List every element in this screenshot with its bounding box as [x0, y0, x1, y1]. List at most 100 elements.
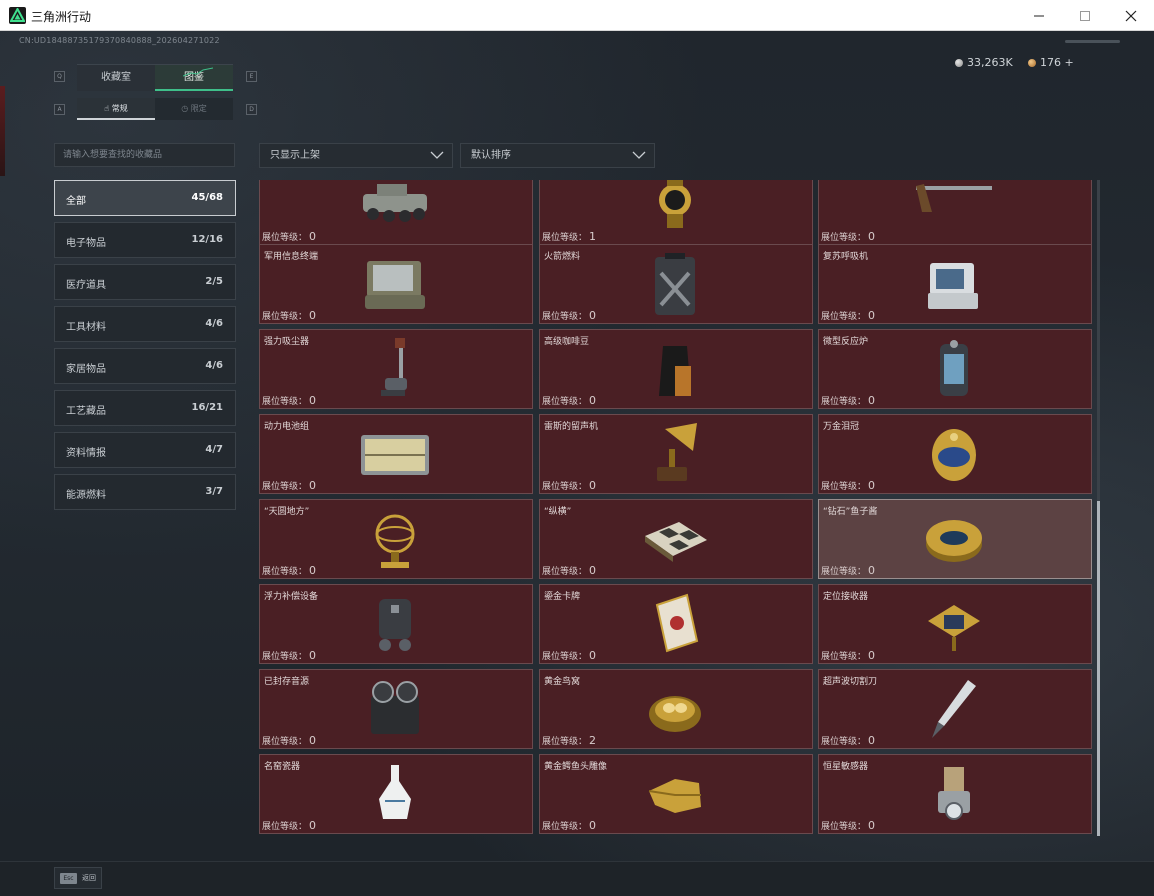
chevron-down-icon	[632, 151, 646, 159]
key-hint-a-icon: A	[54, 104, 65, 115]
collection-card[interactable]: 火箭燃料 展位等级： 0	[539, 244, 813, 324]
category-item[interactable]: 工艺藏品 16/21	[54, 390, 236, 426]
chart-spark-icon	[183, 67, 213, 77]
collection-card[interactable]: “纵横” 展位等级： 0	[539, 499, 813, 579]
ultrasonic-knife-icon	[932, 680, 976, 738]
sort-dropdown[interactable]: 默认排序	[460, 143, 655, 168]
top-indicator	[1065, 40, 1120, 43]
category-item[interactable]: 电子物品 12/16	[54, 222, 236, 258]
display-level-label: 展位等级：	[542, 397, 588, 407]
close-icon	[1125, 10, 1137, 22]
category-item[interactable]: 家居物品 4/6	[54, 348, 236, 384]
collection-card[interactable]: 微型反应炉 展位等级： 0	[818, 329, 1092, 409]
display-level-value: 2	[589, 734, 597, 747]
collection-card[interactable]: 恒星敏感器 展位等级： 0	[818, 754, 1092, 834]
display-level-label: 展位等级：	[262, 567, 308, 577]
collection-card[interactable]: 名窑瓷器 展位等级： 0	[259, 754, 533, 834]
collection-card[interactable]: “天圆地方” 展位等级： 0	[259, 499, 533, 579]
display-level: 展位等级： 0	[542, 649, 596, 662]
collection-card[interactable]: 万金泪冠 展位等级： 0	[818, 414, 1092, 494]
category-name: 医疗道具	[66, 280, 106, 291]
collection-card[interactable]: 超声波切割刀 展位等级： 0	[818, 669, 1092, 749]
collection-card[interactable]: 军用信息终端 展位等级： 0	[259, 244, 533, 324]
esc-key-icon: Esc	[60, 873, 77, 884]
category-count: 4/6	[205, 360, 223, 371]
subtab-limited[interactable]: ◷ 限定	[155, 98, 233, 120]
category-count: 3/7	[205, 486, 223, 497]
category-count: 2/5	[205, 276, 223, 287]
display-level-value: 0	[589, 819, 597, 832]
collection-card[interactable]: 强力吸尘器 展位等级： 0	[259, 329, 533, 409]
display-level-value: 0	[868, 230, 876, 243]
display-level: 展位等级： 0	[821, 734, 875, 747]
collection-card[interactable]: 黄金鸟窝 展位等级： 2	[539, 669, 813, 749]
collection-card[interactable]: 展位等级： 0	[818, 180, 1092, 245]
collection-card[interactable]: 展位等级： 0	[259, 180, 533, 245]
user-id: CN:UD18488735179370840888_202604271022	[19, 36, 220, 45]
tab-collection[interactable]: 收藏室	[77, 65, 155, 91]
display-level-value: 0	[868, 479, 876, 492]
maximize-button[interactable]	[1062, 0, 1108, 31]
collection-card[interactable]: 浮力补偿设备 展位等级： 0	[259, 584, 533, 664]
back-button[interactable]: Esc 返回	[54, 867, 102, 889]
gold-currency[interactable]: 176 +	[1028, 56, 1074, 69]
display-level-label: 展位等级：	[542, 822, 588, 832]
subtab-limited-label: 限定	[190, 104, 207, 113]
card-name: “钻石”鱼子酱	[823, 507, 878, 517]
collection-card[interactable]: “钻石”鱼子酱 展位等级： 0	[818, 499, 1092, 579]
collection-card[interactable]: 高级咖啡豆 展位等级： 0	[539, 329, 813, 409]
display-level-value: 1	[589, 230, 597, 243]
collection-card[interactable]: 动力电池组 展位等级： 0	[259, 414, 533, 494]
display-level-label: 展位等级：	[821, 652, 867, 662]
category-name: 电子物品	[66, 238, 106, 249]
display-level: 展位等级： 0	[262, 479, 316, 492]
display-level-label: 展位等级：	[542, 737, 588, 747]
antique-rifle-icon	[916, 184, 992, 212]
shelf-filter-dropdown[interactable]: 只显示上架	[259, 143, 453, 168]
category-count: 4/6	[205, 318, 223, 329]
category-item[interactable]: 工具材料 4/6	[54, 306, 236, 342]
collection-card[interactable]: 黄金鳄鱼头雕像 展位等级： 0	[539, 754, 813, 834]
display-level: 展位等级： 0	[262, 564, 316, 577]
card-name: 已封存音源	[264, 677, 310, 687]
grid-scrollbar-thumb[interactable]	[1097, 501, 1100, 836]
display-level-value: 0	[589, 394, 597, 407]
display-level-label: 展位等级：	[821, 233, 867, 243]
display-level-label: 展位等级：	[262, 233, 308, 243]
display-level: 展位等级： 0	[262, 309, 316, 322]
collection-card[interactable]: 已封存音源 展位等级： 0	[259, 669, 533, 749]
caviar-tin-icon	[926, 520, 982, 562]
display-level: 展位等级： 0	[821, 649, 875, 662]
silver-currency[interactable]: 33,263K	[955, 56, 1013, 69]
card-name: 鎏金卡牌	[544, 592, 581, 602]
sort-value: 默认排序	[471, 150, 511, 161]
close-button[interactable]	[1108, 0, 1154, 31]
rocket-fuel-canister-icon	[655, 253, 695, 315]
category-item[interactable]: 能源燃料 3/7	[54, 474, 236, 510]
subtab-normal[interactable]: ☝ 常规	[77, 98, 155, 120]
display-level-value: 0	[868, 819, 876, 832]
collection-card[interactable]: 展位等级： 1	[539, 180, 813, 245]
display-level-value: 0	[309, 564, 317, 577]
card-name: 强力吸尘器	[264, 337, 310, 347]
display-level-value: 0	[309, 819, 317, 832]
collection-card[interactable]: 复苏呼吸机 展位等级： 0	[818, 244, 1092, 324]
collection-card[interactable]: 定位接收器 展位等级： 0	[818, 584, 1092, 664]
card-name: 微型反应炉	[823, 337, 869, 347]
display-level-value: 0	[868, 394, 876, 407]
gramophone-icon	[657, 423, 697, 481]
back-label: 返回	[82, 874, 96, 882]
tab-catalog[interactable]: 图鉴	[155, 65, 233, 91]
game-area: CN:UD18488735179370840888_202604271022 3…	[0, 31, 1154, 896]
collection-card[interactable]: 鎏金卡牌展位等级： 0	[539, 584, 813, 664]
category-item[interactable]: 资料情报 4/7	[54, 432, 236, 468]
category-item[interactable]: 医疗道具 2/5	[54, 264, 236, 300]
vacuum-cleaner-icon	[381, 338, 407, 396]
search-input[interactable]: 请输入想要查找的收藏品	[54, 143, 235, 167]
collection-grid: 展位等级： 0 展位等级： 1 展位等级： 0 军用信息终端 展位等级： 0 火箭燃料 展位等级： 0…	[255, 180, 1103, 836]
minimize-button[interactable]	[1016, 0, 1062, 31]
collection-card[interactable]: 雷斯的留声机 展位等级： 0	[539, 414, 813, 494]
category-item[interactable]: 全部 45/68	[54, 180, 236, 216]
card-name: “纵横”	[544, 507, 572, 517]
display-level-value: 0	[309, 394, 317, 407]
